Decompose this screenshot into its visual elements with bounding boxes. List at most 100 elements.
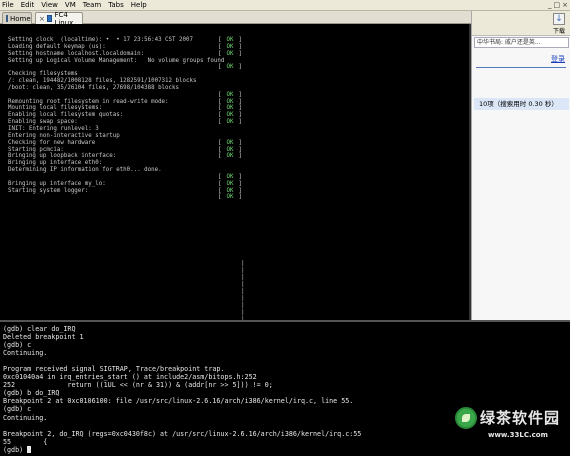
console-line-text: Checking filesystems — [8, 71, 78, 78]
ok-status: [OK] — [218, 99, 242, 106]
console-line-text: Remounting root filesystem in read-write… — [8, 98, 169, 105]
console-line: [OK] — [8, 92, 464, 99]
console-line-text: Bringing up interface eth0: — [8, 160, 103, 167]
ok-bracket-open: [ — [218, 139, 222, 146]
console-line: Setting hostname localhost.localdomain: [… — [8, 51, 464, 58]
console-line-text: Starting system logger: — [8, 187, 89, 194]
ok-bracket-open: [ — [218, 146, 222, 153]
ok-status: [OK] — [218, 194, 242, 201]
menu-view[interactable]: View — [41, 0, 58, 10]
tab-home[interactable]: Home — [2, 12, 32, 24]
menu-team[interactable]: Team — [83, 0, 102, 10]
ok-word: OK — [226, 173, 234, 180]
maximize-button[interactable]: □ — [554, 0, 561, 10]
ok-status: [OK] — [218, 92, 242, 99]
ok-bracket-close: ] — [238, 153, 242, 160]
ok-bracket-close: ] — [238, 194, 242, 201]
scroll-marker: | — [241, 295, 245, 302]
console-line-text: Setting hostname localhost.localdomain: — [8, 50, 145, 57]
console-line: INIT: Entering runlevel: 3 — [8, 126, 464, 133]
ok-bracket-open: [ — [218, 173, 222, 180]
ok-bracket-close: ] — [238, 98, 242, 105]
vm-console[interactable]: Setting clock (localtime): • • 17 23:56:… — [0, 24, 471, 320]
download-label: 下载 — [553, 28, 566, 35]
menu-help[interactable]: Help — [131, 0, 147, 10]
ok-bracket-close: ] — [238, 64, 242, 71]
console-line: Enabling local filesystem quotas: [OK] — [8, 112, 464, 119]
menu-tabs[interactable]: Tabs — [108, 0, 124, 10]
scroll-marker: | — [241, 260, 245, 267]
console-line: /: clean, 194482/1008128 files, 1282591/… — [8, 78, 464, 85]
tab-fc4-linux[interactable]: × FC4 Linux — [35, 11, 83, 27]
menu-edit[interactable]: Edit — [21, 0, 35, 10]
ok-bracket-close: ] — [238, 119, 242, 126]
browser-toolbar: ↓ 下载 — [472, 11, 570, 36]
ok-status: [OK] — [218, 140, 242, 147]
menu-vm[interactable]: VM — [65, 0, 76, 10]
console-line-text: Loading default keymap (us): — [8, 43, 106, 50]
tab-close-icon[interactable]: × — [39, 15, 45, 23]
ok-word: OK — [226, 43, 234, 50]
scroll-marker: | — [241, 288, 245, 295]
ok-status: [OK] — [218, 112, 242, 119]
ok-bracket-open: [ — [218, 194, 222, 201]
console-line-text: /: clean, 194482/1008128 files, 1282591/… — [8, 78, 197, 85]
ok-bracket-open: [ — [218, 180, 222, 187]
ok-bracket-close: ] — [238, 187, 242, 194]
console-line: [OK] — [8, 174, 464, 181]
console-line: Entering non-interactive startup — [8, 133, 464, 140]
ok-word: OK — [226, 146, 234, 153]
result-stat: 10项（搜索用时 0.30 秒） — [474, 98, 569, 110]
close-window-button[interactable]: × — [562, 0, 568, 10]
console-line: Determining IP information for eth0... d… — [8, 167, 464, 174]
console-line: Starting system logger: [OK] — [8, 188, 464, 195]
console-line-text: Entering non-interactive startup — [8, 132, 120, 139]
console-line-text: Enabling local filesystem quotas: — [8, 112, 124, 119]
login-link[interactable]: 登录 — [551, 54, 565, 64]
console-line: Starting pcmcia: [OK] — [8, 147, 464, 154]
menu-bar: File Edit View VM Team Tabs Help _ □ × — [0, 0, 570, 11]
window-controls: _ □ × — [548, 0, 568, 10]
ok-bracket-open: [ — [218, 50, 222, 57]
download-icon[interactable]: ↓ — [553, 13, 565, 25]
watermark-title: 绿茶软件园 — [480, 409, 561, 427]
vm-icon — [46, 15, 53, 22]
console-line: /boot: clean, 35/26104 files, 27698/1043… — [8, 85, 464, 92]
gdb-line: Deleted breakpoint 1 — [3, 333, 84, 342]
ok-status: [OK] — [218, 51, 242, 58]
console-line: Checking for new hardware [OK] — [8, 140, 464, 147]
console-line: Setting up Logical Volume Management: No… — [8, 58, 464, 65]
console-line-text: Checking for new hardware — [8, 139, 96, 146]
ok-status: [OK] — [218, 37, 242, 44]
ok-bracket-open: [ — [218, 43, 222, 50]
menu-file[interactable]: File — [2, 0, 14, 10]
ok-status: [OK] — [218, 174, 242, 181]
console-line-text: Enabling swap space: — [8, 119, 78, 126]
gdb-prompt: (gdb) — [3, 445, 28, 454]
ok-bracket-close: ] — [238, 146, 242, 153]
console-line-text: Determining IP information for eth0... d… — [8, 167, 162, 174]
tab-home-label: Home — [10, 14, 31, 23]
console-line: Bringing up interface eth0: — [8, 160, 464, 167]
ok-bracket-close: ] — [238, 91, 242, 98]
minimize-button[interactable]: _ — [548, 0, 552, 10]
console-line-text: INIT: Entering runlevel: 3 — [8, 125, 99, 132]
ok-status: [OK] — [218, 181, 242, 188]
ok-bracket-close: ] — [238, 139, 242, 146]
ok-word: OK — [226, 105, 234, 112]
console-line: Remounting root filesystem in read-write… — [8, 99, 464, 106]
ok-bracket-close: ] — [238, 105, 242, 112]
ok-word: OK — [226, 153, 234, 160]
watermark-url: www.33LC.com — [488, 431, 548, 439]
ok-status: [ OK] — [218, 147, 242, 154]
console-line: Setting clock (localtime): • • 17 23:56:… — [8, 37, 464, 44]
ok-status: [OK] — [218, 44, 242, 51]
search-input[interactable]: 中华书局: 戚户还是英... — [474, 37, 569, 48]
ok-bracket-close: ] — [238, 37, 242, 43]
ok-word: OK — [226, 112, 234, 119]
scroll-marker: | — [241, 281, 245, 288]
ok-word: OK — [226, 180, 234, 187]
console-line: [OK] — [8, 194, 464, 201]
console-line-text: Bringing up loopback interface: — [8, 153, 117, 160]
gdb-line: Program received signal SIGTRAP, Trace/b… — [3, 365, 225, 374]
